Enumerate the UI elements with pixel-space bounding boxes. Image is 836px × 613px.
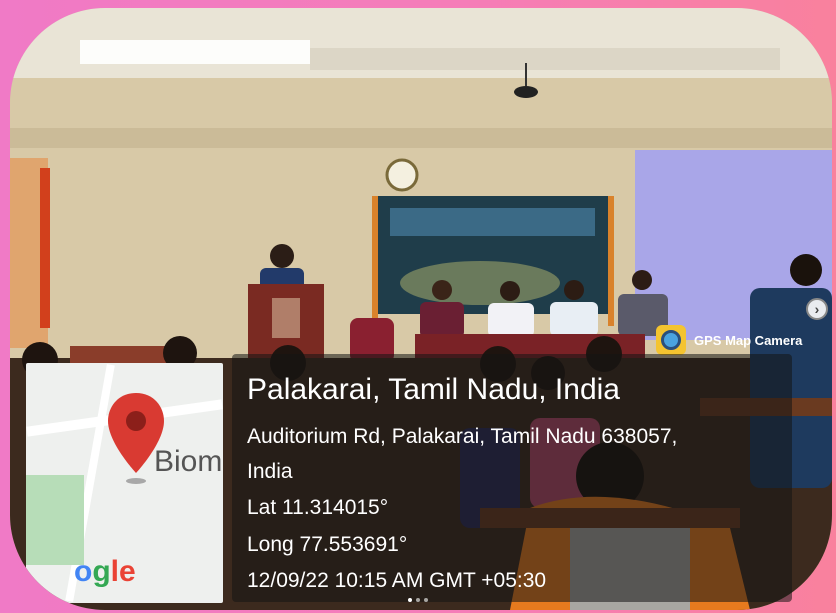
map-park-area xyxy=(26,475,84,565)
page-indicator xyxy=(408,598,428,602)
gps-map-camera-icon xyxy=(656,325,686,355)
gps-map-camera-badge: GPS Map Camera xyxy=(656,324,816,356)
map-thumbnail: Biom ogle xyxy=(26,363,223,603)
address-line-1: Auditorium Rd, Palakarai, Tamil Nadu 638… xyxy=(247,425,678,448)
app-name: GPS Map Camera xyxy=(694,332,803,348)
page-dot xyxy=(408,598,412,602)
location-title: Palakarai, Tamil Nadu, India xyxy=(247,373,620,406)
latitude: Lat 11.314015° xyxy=(247,496,389,519)
page-dot xyxy=(416,598,420,602)
longitude: Long 77.553691° xyxy=(247,533,408,556)
google-logo: ogle xyxy=(74,555,136,588)
date-time: 12/09/22 10:15 AM GMT +05:30 xyxy=(247,569,547,592)
address-line-2: India xyxy=(247,460,293,483)
map-place-label: Biom xyxy=(154,445,223,478)
chevron-right-icon[interactable]: › xyxy=(806,298,828,320)
page-dot xyxy=(424,598,428,602)
